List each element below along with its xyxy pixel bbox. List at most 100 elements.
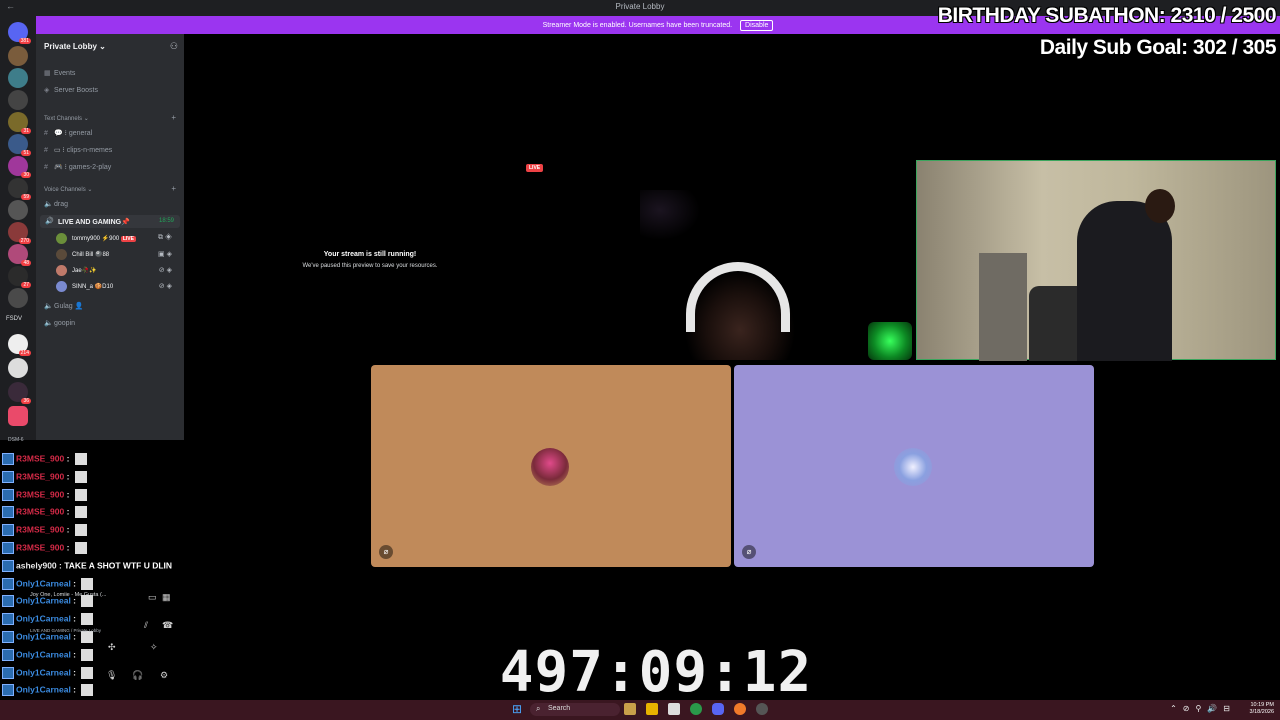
- voice-channel-drag[interactable]: 🔈drag: [44, 200, 68, 208]
- channel-label: drag: [54, 201, 69, 208]
- channel-general[interactable]: # 💬 ⁝ general: [44, 129, 92, 137]
- server-icon[interactable]: 270: [8, 222, 31, 244]
- server-icon[interactable]: 31: [8, 112, 31, 134]
- browser-icon[interactable]: [734, 703, 746, 715]
- add-channel-icon[interactable]: +: [171, 113, 176, 122]
- emote-icon: [74, 524, 87, 537]
- voice-member[interactable]: SINN_a 🍪D10 ⊘ ◈: [56, 281, 176, 293]
- server-icon[interactable]: 59: [8, 178, 31, 200]
- voice-member[interactable]: Jae🥀✨ ⊘ ◈: [56, 265, 176, 277]
- chrome-icon[interactable]: [690, 703, 702, 715]
- platform-icon: [2, 595, 14, 608]
- participant-tile[interactable]: ⌀: [734, 365, 1094, 567]
- avatar: [56, 233, 67, 244]
- server-boosts-item[interactable]: ◈ Server Boosts: [44, 86, 98, 94]
- add-member-icon[interactable]: ⚇: [170, 41, 178, 52]
- platform-icon: [2, 506, 14, 519]
- activities-icon[interactable]: ✣: [108, 642, 116, 653]
- screen-share-icon[interactable]: ▭: [148, 592, 157, 603]
- soundboard-icon[interactable]: ✧: [150, 642, 158, 653]
- mute-icon: ⌀: [379, 545, 393, 559]
- server-icon[interactable]: [8, 288, 28, 308]
- platform-icon: [2, 559, 14, 572]
- voice-member[interactable]: tommy900 ⚡900 LIVE ⧉ ◈: [56, 233, 176, 245]
- chat-username: R3MSE_900: [16, 488, 65, 499]
- badge: 270: [18, 238, 31, 244]
- noise-suppression-icon[interactable]: ⫽: [144, 620, 148, 631]
- server-rail: 381 31 51 30 59 270 48 27 FSDV 214 36: [0, 16, 36, 440]
- voice-connected-panel: Joy One, Lomiie - Me Gusta (... LIVE AND…: [26, 590, 178, 690]
- platform-icon: [2, 524, 14, 537]
- chat-username: R3MSE_900: [16, 471, 65, 482]
- platform-icon: [2, 648, 14, 661]
- events-item[interactable]: ▦ Events: [44, 69, 75, 77]
- server-icon[interactable]: [8, 200, 28, 220]
- member-status-icons: ⊘ ◈: [158, 267, 172, 274]
- disconnect-icon[interactable]: ☎: [162, 620, 173, 631]
- server-icon[interactable]: [8, 46, 28, 66]
- discord-home-icon[interactable]: 381: [8, 22, 31, 44]
- taskbar-search[interactable]: ⌕ Search: [530, 703, 620, 716]
- badge: 214: [18, 350, 31, 356]
- speaker-icon: 🔈: [44, 201, 53, 208]
- server-icon[interactable]: [8, 406, 28, 426]
- badge: 51: [21, 150, 31, 156]
- channel-sidebar: Private Lobby ⌄ ⚇ ▦ Events ◈ Server Boosts…: [36, 34, 184, 440]
- chat-message: ashely900 : TAKE A SHOT WTF U DLIN: [2, 559, 173, 576]
- voice-channel-live-and-gaming[interactable]: 🔊 LIVE AND GAMING📌 18:59: [40, 215, 180, 228]
- server-icon[interactable]: 27: [8, 266, 31, 288]
- text-channels-category[interactable]: Text Channels ⌄: [44, 115, 89, 122]
- avatar: [56, 249, 67, 260]
- mute-icon: ⌀: [742, 545, 756, 559]
- obs-icon[interactable]: [756, 703, 768, 715]
- system-tray[interactable]: ⌃⊘⚲🔊⊟: [1170, 704, 1236, 713]
- voice-channel-gulag[interactable]: 🔈Gulag 👤: [44, 302, 83, 310]
- vc-timer: 18:59: [158, 218, 174, 224]
- file-explorer-icon[interactable]: [646, 703, 658, 715]
- disable-streamer-mode-button[interactable]: Disable: [740, 20, 774, 31]
- emote-icon: [74, 506, 87, 519]
- platform-icon: [2, 542, 14, 554]
- channel-games-2-play[interactable]: # 🎮 ⁝ games-2-play: [44, 163, 111, 171]
- add-voice-channel-icon[interactable]: +: [171, 184, 176, 193]
- chat-separator: :: [64, 488, 72, 499]
- server-icon[interactable]: 36: [8, 382, 31, 404]
- chat-separator: :: [64, 524, 72, 535]
- server-name[interactable]: Private Lobby ⌄: [44, 42, 106, 51]
- server-icon[interactable]: 30: [8, 156, 31, 178]
- widget-icon[interactable]: [624, 703, 636, 715]
- headphones-icon[interactable]: 🎧: [132, 670, 143, 681]
- server-icon[interactable]: [8, 90, 28, 110]
- windows-icon[interactable]: ⊞: [512, 703, 524, 715]
- server-icon[interactable]: 51: [8, 134, 31, 156]
- taskbar-clock[interactable]: 10:19 PM 3/18/2026: [1250, 702, 1274, 716]
- activity-icon[interactable]: ▦: [162, 592, 171, 603]
- voice-channels-category[interactable]: Voice Channels ⌄: [44, 186, 92, 193]
- daily-sub-goal: Daily Sub Goal: 302 / 305: [1039, 36, 1277, 59]
- clock-time: 10:19 PM: [1250, 702, 1274, 708]
- avatar: [531, 448, 569, 486]
- chat-text: TAKE A SHOT WTF U DLIN: [64, 560, 173, 571]
- server-icon[interactable]: [8, 358, 28, 378]
- member-name: Chill Bill 🎱88: [72, 252, 110, 258]
- server-icon[interactable]: 214: [8, 334, 31, 356]
- voice-member[interactable]: Chill Bill 🎱88 ▣ ◈: [56, 249, 176, 261]
- discord-icon[interactable]: [712, 703, 724, 715]
- speaker-icon: 🔊: [45, 218, 54, 225]
- boost-icon: ◈: [44, 87, 50, 94]
- events-label: Events: [54, 70, 76, 77]
- participant-tile[interactable]: ⌀: [371, 365, 731, 567]
- secondary-camera-feed[interactable]: [916, 160, 1276, 361]
- chat-message: R3MSE_900 :: [2, 453, 87, 469]
- chat-overlay-label: DSM-6: [8, 437, 24, 443]
- badge: 59: [21, 194, 31, 200]
- emote-icon: [81, 577, 94, 590]
- server-icon[interactable]: 48: [8, 244, 31, 266]
- settings-icon[interactable]: ⚙: [160, 670, 168, 681]
- server-icon[interactable]: [8, 68, 28, 88]
- channel-clips-n-memes[interactable]: # ▭ ⁝ clips-n-memes: [44, 146, 112, 154]
- channel-label: Gulag 👤: [54, 303, 84, 310]
- microphone-icon[interactable]: 🎙: [106, 670, 117, 681]
- voice-channel-goopin[interactable]: 🔈goopin: [44, 319, 75, 327]
- app-icon[interactable]: [668, 703, 680, 715]
